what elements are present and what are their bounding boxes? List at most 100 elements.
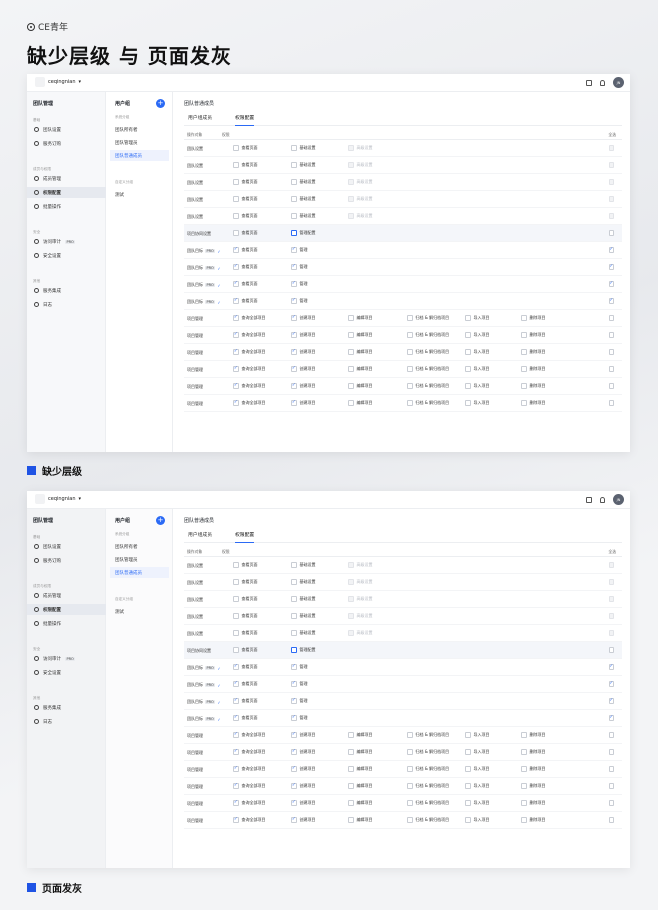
checkbox[interactable] — [521, 366, 527, 372]
usergroup-item[interactable]: 团队所有者 — [110, 541, 169, 552]
checkbox[interactable]: ✓ — [233, 681, 239, 687]
usergroup-item[interactable]: 测试 — [110, 606, 169, 617]
sidebar-item-4[interactable]: 权限配置 — [27, 604, 106, 615]
checkbox[interactable] — [407, 732, 413, 738]
permission-checkbox[interactable]: 查看页面 — [233, 213, 258, 219]
checkbox[interactable] — [407, 800, 413, 806]
permission-checkbox[interactable]: 归档 & 解归档项目 — [407, 315, 449, 321]
checkbox[interactable] — [348, 332, 354, 338]
checkbox[interactable] — [521, 783, 527, 789]
checkbox[interactable] — [348, 349, 354, 355]
checkbox[interactable] — [465, 766, 471, 772]
sidebar-item-4[interactable]: 权限配置 — [27, 187, 106, 198]
permission-checkbox[interactable]: 删除项目 — [521, 332, 546, 338]
permission-checkbox[interactable]: 基础设置 — [291, 213, 316, 219]
permission-checkbox[interactable]: 查看页面 — [233, 613, 258, 619]
permission-checkbox[interactable]: ✓ 查询全部项目 — [233, 349, 266, 355]
checkbox[interactable] — [521, 817, 527, 823]
permission-checkbox[interactable]: 删除项目 — [521, 315, 546, 321]
permission-checkbox[interactable]: ✓ 管理 — [291, 664, 308, 670]
checkbox[interactable] — [465, 383, 471, 389]
permission-checkbox[interactable]: ✓ 创建项目 — [291, 315, 316, 321]
checkbox[interactable] — [521, 766, 527, 772]
checkbox[interactable]: ✓ — [233, 298, 239, 304]
permission-checkbox[interactable]: ✓ 管理 — [291, 698, 308, 704]
checkbox[interactable]: ✓ — [291, 315, 297, 321]
permission-checkbox[interactable]: 编辑项目 — [348, 766, 373, 772]
checkbox[interactable]: ✓ — [233, 783, 239, 789]
permission-checkbox[interactable]: 删除项目 — [521, 349, 546, 355]
permission-checkbox[interactable]: 基础设置 — [291, 613, 316, 619]
sidebar-item-7[interactable]: 安全设置 — [27, 250, 106, 261]
permission-checkbox[interactable]: ✓ 创建项目 — [291, 817, 316, 823]
checkbox[interactable] — [233, 630, 239, 636]
permission-checkbox[interactable]: 查看页面 — [233, 145, 258, 151]
select-all-checkbox[interactable]: ✓ — [608, 247, 614, 253]
org-switcher[interactable]: ceqingnian ▾ — [35, 77, 81, 87]
avatar[interactable]: JN — [613, 494, 624, 505]
tab-permissions[interactable]: 权限配置 — [235, 531, 255, 543]
permission-checkbox[interactable]: 查看页面 — [233, 579, 258, 585]
checkbox[interactable]: ✓ — [291, 783, 297, 789]
checkbox[interactable] — [291, 596, 297, 602]
permission-checkbox[interactable]: 编辑项目 — [348, 332, 373, 338]
permission-checkbox[interactable]: 基础设置 — [291, 562, 316, 568]
permission-checkbox[interactable]: 基础设置 — [291, 179, 316, 185]
permission-checkbox[interactable]: ✓ 查询全部项目 — [233, 383, 266, 389]
permission-checkbox[interactable]: 删除项目 — [521, 766, 546, 772]
usergroup-item[interactable]: 测试 — [110, 189, 169, 200]
select-all-checkbox[interactable] — [608, 732, 614, 738]
checkbox[interactable]: ✓ — [233, 400, 239, 406]
permission-checkbox[interactable]: 删除项目 — [521, 400, 546, 406]
permission-checkbox[interactable]: 基础设置 — [291, 196, 316, 202]
permission-checkbox[interactable]: ✓ 创建项目 — [291, 783, 316, 789]
permission-checkbox[interactable]: ✓ 查询全部项目 — [233, 766, 266, 772]
sidebar-item-9[interactable]: 日志 — [27, 299, 106, 310]
checkbox[interactable]: ✓ — [291, 298, 297, 304]
checkbox[interactable] — [233, 196, 239, 202]
sidebar-item-2[interactable]: 服务订购 — [27, 138, 106, 149]
checkbox[interactable]: ✓ — [233, 281, 239, 287]
checkbox[interactable] — [407, 383, 413, 389]
permission-checkbox[interactable]: 基础设置 — [291, 145, 316, 151]
checkbox[interactable] — [233, 647, 239, 653]
permission-checkbox[interactable]: 删除项目 — [521, 800, 546, 806]
permission-checkbox[interactable]: ✓ 查看页面 — [233, 681, 258, 687]
permission-checkbox[interactable]: 查看页面 — [233, 647, 258, 653]
checkbox[interactable]: ✓ — [233, 698, 239, 704]
checkbox[interactable] — [521, 332, 527, 338]
checkbox[interactable] — [291, 162, 297, 168]
checkbox[interactable] — [291, 562, 297, 568]
select-all-checkbox[interactable] — [608, 349, 614, 355]
permission-checkbox[interactable]: 编辑项目 — [348, 383, 373, 389]
select-all-checkbox[interactable] — [608, 647, 614, 653]
select-all-checkbox[interactable]: ✓ — [608, 264, 614, 270]
permission-checkbox[interactable]: ✓ 创建项目 — [291, 749, 316, 755]
permission-checkbox[interactable]: ✓ 创建项目 — [291, 800, 316, 806]
permission-checkbox[interactable]: 导入项目 — [465, 366, 490, 372]
permission-checkbox[interactable]: 编辑项目 — [348, 800, 373, 806]
select-all-checkbox[interactable] — [608, 783, 614, 789]
checkbox[interactable]: ✓ — [233, 349, 239, 355]
checkbox[interactable]: ✓ — [291, 264, 297, 270]
checkbox[interactable] — [348, 817, 354, 823]
usergroup-item[interactable]: 团队所有者 — [110, 124, 169, 135]
permission-checkbox[interactable]: ✓ 查看页面 — [233, 698, 258, 704]
checkbox[interactable] — [233, 162, 239, 168]
sidebar-item-1[interactable]: 团队设置 — [27, 541, 106, 552]
permission-checkbox[interactable]: ✓ 查询全部项目 — [233, 366, 266, 372]
usergroup-item[interactable]: 团队普通成员 — [110, 567, 169, 578]
permission-checkbox[interactable]: ✓ 创建项目 — [291, 349, 316, 355]
checkbox[interactable] — [233, 213, 239, 219]
permission-checkbox[interactable]: ✓ 查看页面 — [233, 247, 258, 253]
permission-checkbox[interactable]: ✓ 管理 — [291, 681, 308, 687]
permission-checkbox[interactable]: 查看页面 — [233, 230, 258, 236]
checkbox[interactable] — [465, 783, 471, 789]
permission-checkbox[interactable]: ✓ 创建项目 — [291, 366, 316, 372]
checkbox[interactable] — [291, 213, 297, 219]
checkbox[interactable]: ✓ — [291, 281, 297, 287]
usergroup-item[interactable]: 团队管理员 — [110, 554, 169, 565]
checkbox[interactable] — [348, 383, 354, 389]
permission-checkbox[interactable]: ✓ 查看页面 — [233, 664, 258, 670]
permission-checkbox[interactable]: ✓ 管理 — [291, 281, 308, 287]
